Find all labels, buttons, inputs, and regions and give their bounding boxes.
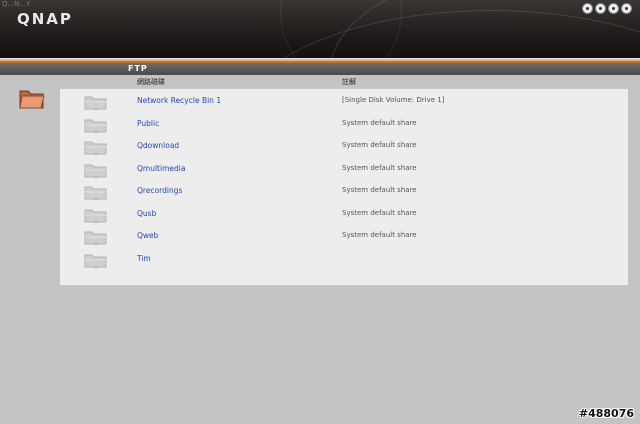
share-name-link[interactable]: Qrecordings (137, 186, 182, 195)
top-banner: Q...N...Y QNAP (0, 0, 640, 58)
banner-decoration (280, 0, 402, 58)
shared-folder-icon (84, 140, 108, 155)
shared-folder-icon (84, 163, 108, 178)
section-title: FTP (128, 64, 148, 73)
table-row: Qweb System default share (60, 225, 628, 247)
watermark: #488076 (578, 407, 634, 420)
share-name-link[interactable]: Tim (137, 254, 151, 263)
share-comment: [Single Disk Volume: Drive 1] (342, 96, 445, 104)
shared-folder-icon (84, 185, 108, 200)
help-icon[interactable] (595, 3, 606, 14)
share-comment: System default share (342, 118, 417, 127)
share-name-link[interactable]: Qusb (137, 209, 156, 218)
share-name-link[interactable]: Qmultimedia (137, 164, 185, 173)
share-name-link[interactable]: Public (137, 119, 159, 128)
share-name-link[interactable]: Network Recycle Bin 1 (137, 96, 221, 105)
shared-folder-icon (84, 95, 108, 110)
shared-folder-icon (84, 253, 108, 268)
table-row: Qdownload System default share (60, 135, 628, 157)
logout-icon[interactable] (621, 3, 632, 14)
share-comment: System default share (342, 163, 417, 172)
table-row: Qusb System default share (60, 203, 628, 225)
share-comment: System default share (342, 231, 417, 239)
top-toolbar (582, 3, 632, 14)
share-comment: System default share (342, 186, 417, 194)
language-icon[interactable] (608, 3, 619, 14)
qnap-logo: QNAP (17, 10, 73, 28)
shared-folder-icon (84, 208, 108, 223)
share-list-panel: Network Recycle Bin 1 [Single Disk Volume… (60, 89, 628, 285)
ftp-folder-icon (19, 90, 45, 109)
share-comment: System default share (342, 141, 417, 149)
section-bar: FTP (0, 63, 640, 75)
share-name-link[interactable]: Qweb (137, 231, 158, 240)
share-name-link[interactable]: Qdownload (137, 141, 179, 150)
table-row: Public System default share (60, 113, 628, 135)
table-row: Qrecordings System default share (60, 180, 628, 202)
home-icon[interactable] (582, 3, 593, 14)
table-row: Tim (60, 248, 628, 270)
table-row: Qmultimedia System default share (60, 158, 628, 180)
shared-folder-icon (84, 230, 108, 245)
share-comment: System default share (342, 208, 417, 217)
table-row: Network Recycle Bin 1 [Single Disk Volume… (60, 90, 628, 112)
shared-folder-icon (84, 118, 108, 133)
table-header: 網路磁碟 註解 (0, 75, 640, 89)
column-header-comment: 註解 (342, 78, 356, 86)
window-title: Q...N...Y (2, 0, 31, 8)
column-header-name: 網路磁碟 (137, 78, 165, 86)
